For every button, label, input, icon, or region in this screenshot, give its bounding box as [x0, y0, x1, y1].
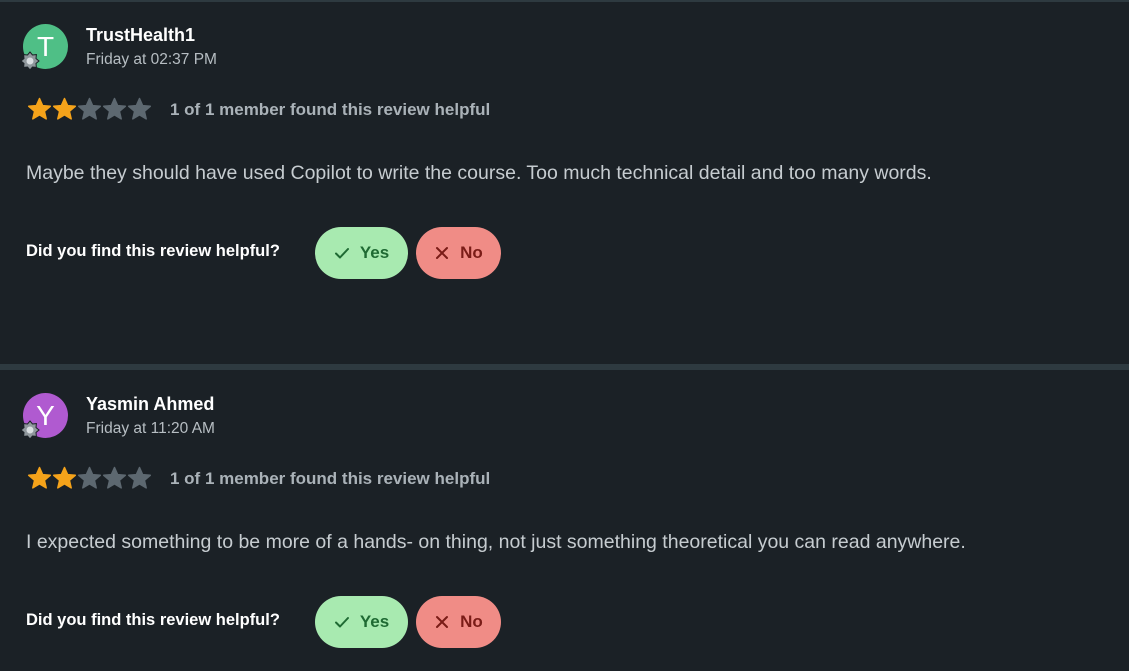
- star-filled-icon: [52, 97, 77, 120]
- helpful-no-button[interactable]: No: [416, 596, 501, 648]
- helpful-yes-button[interactable]: Yes: [315, 596, 408, 648]
- star-filled-icon: [27, 97, 52, 120]
- helpful-prompt: Did you find this review helpful?: [26, 611, 280, 629]
- check-icon: [334, 617, 349, 628]
- member-badge-icon: [20, 51, 40, 71]
- star-rating: [27, 466, 152, 490]
- yes-label: Yes: [359, 243, 390, 262]
- no-label: No: [460, 243, 483, 262]
- x-icon: [436, 247, 449, 259]
- helpful-yes-button[interactable]: Yes: [315, 227, 408, 279]
- top-divider: [0, 0, 1129, 2]
- check-icon: [334, 248, 349, 259]
- star-empty-icon: [127, 97, 152, 120]
- star-empty-icon: [127, 466, 152, 489]
- review-date: Friday at 02:37 PM: [86, 51, 217, 68]
- star-rating: [27, 97, 152, 121]
- x-icon: [436, 616, 449, 628]
- helpful-count: 1 of 1 member found this review helpful: [170, 469, 491, 488]
- yes-label: Yes: [359, 612, 390, 631]
- reviewer-name[interactable]: TrustHealth1: [86, 25, 195, 46]
- star-filled-icon: [52, 466, 77, 489]
- review-text: Maybe they should have used Copilot to w…: [26, 162, 932, 184]
- reviewer-name[interactable]: Yasmin Ahmed: [86, 394, 214, 415]
- star-empty-icon: [77, 97, 102, 120]
- review-text: I expected something to be more of a han…: [26, 531, 966, 553]
- star-empty-icon: [102, 97, 127, 120]
- review-divider: [0, 364, 1129, 370]
- review-date: Friday at 11:20 AM: [86, 420, 215, 437]
- reviews-page: T TrustHealth1 Friday at 02:37 PM 1 of 1…: [0, 0, 1129, 671]
- star-empty-icon: [102, 466, 127, 489]
- star-filled-icon: [27, 466, 52, 489]
- no-label: No: [460, 612, 483, 631]
- helpful-prompt: Did you find this review helpful?: [26, 242, 280, 260]
- helpful-no-button[interactable]: No: [416, 227, 501, 279]
- helpful-count: 1 of 1 member found this review helpful: [170, 100, 491, 119]
- star-empty-icon: [77, 466, 102, 489]
- member-badge-icon: [20, 420, 40, 440]
